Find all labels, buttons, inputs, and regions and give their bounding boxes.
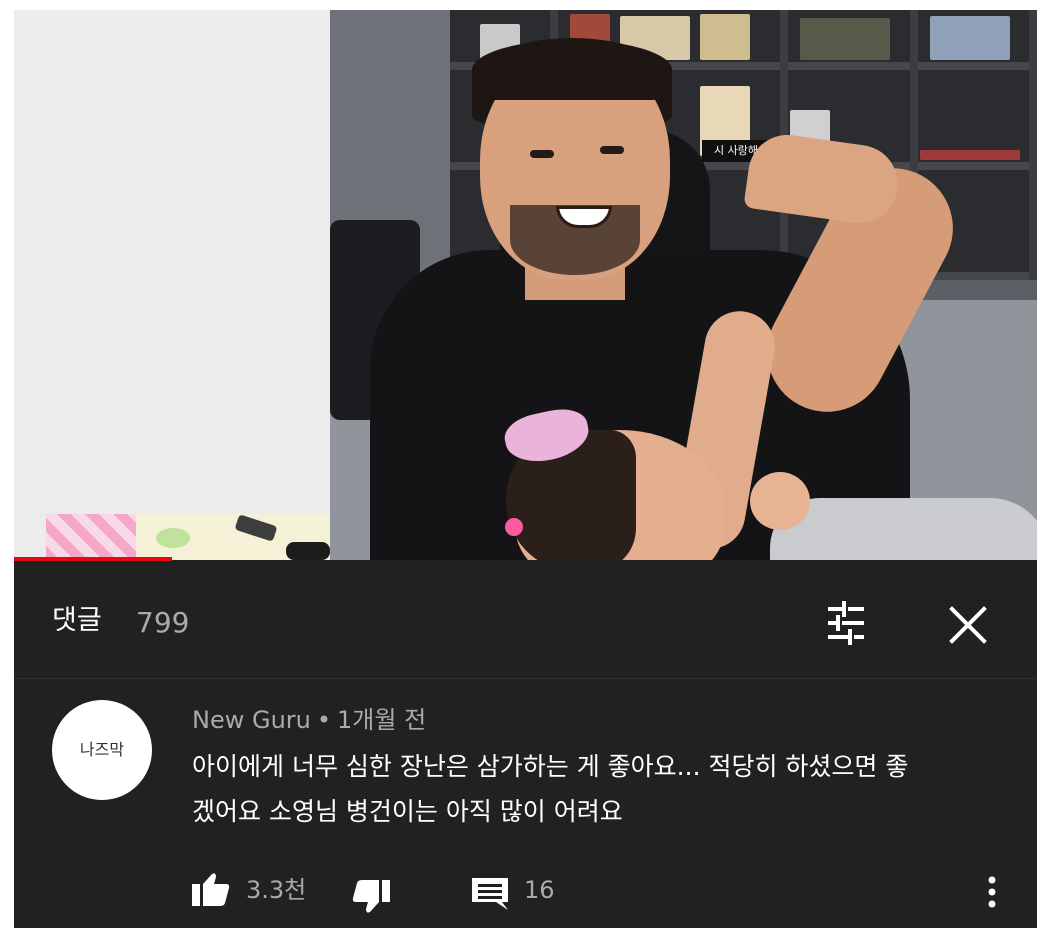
comment-text-line-1: 아이에게 너무 심한 장난은 삼가하는 게 좋아요... 적당히 하셨으면 좋 <box>192 752 909 781</box>
comments-count: 799 <box>136 606 190 639</box>
reply-count: 16 <box>524 876 555 904</box>
meta-separator: • <box>316 706 332 734</box>
more-vert-icon <box>988 876 996 908</box>
app-frame: 시 사랑해 댓글 799 나즈막 New Guru • 1개월 전 아이에게 너… <box>14 10 1037 928</box>
more-options-button[interactable] <box>980 868 1004 916</box>
comment-time: 1개월 전 <box>337 706 427 734</box>
reply-button[interactable] <box>468 872 512 912</box>
avatar[interactable]: 나즈막 <box>52 700 152 800</box>
comment-meta: New Guru • 1개월 전 <box>192 703 426 737</box>
comment-author[interactable]: New Guru <box>192 706 311 734</box>
comments-title: 댓글 <box>52 605 102 636</box>
video-frame-image: 시 사랑해 <box>330 10 1037 560</box>
side-thumbnail <box>46 514 330 560</box>
video-player[interactable]: 시 사랑해 <box>14 10 1037 560</box>
like-button[interactable] <box>190 870 234 910</box>
sort-icon <box>828 601 864 645</box>
close-button[interactable] <box>940 597 996 653</box>
reply-icon <box>472 878 508 910</box>
like-count: 3.3천 <box>246 876 307 904</box>
dislike-button[interactable] <box>348 876 392 916</box>
sort-button[interactable] <box>820 597 872 649</box>
thumbs-up-icon <box>192 873 230 906</box>
comment-text-line-2: 겠어요 소영님 병건이는 아직 많이 어려요 <box>192 797 623 826</box>
video-left-panel <box>14 10 330 560</box>
thumbs-down-icon <box>352 880 390 913</box>
close-icon <box>949 606 987 644</box>
